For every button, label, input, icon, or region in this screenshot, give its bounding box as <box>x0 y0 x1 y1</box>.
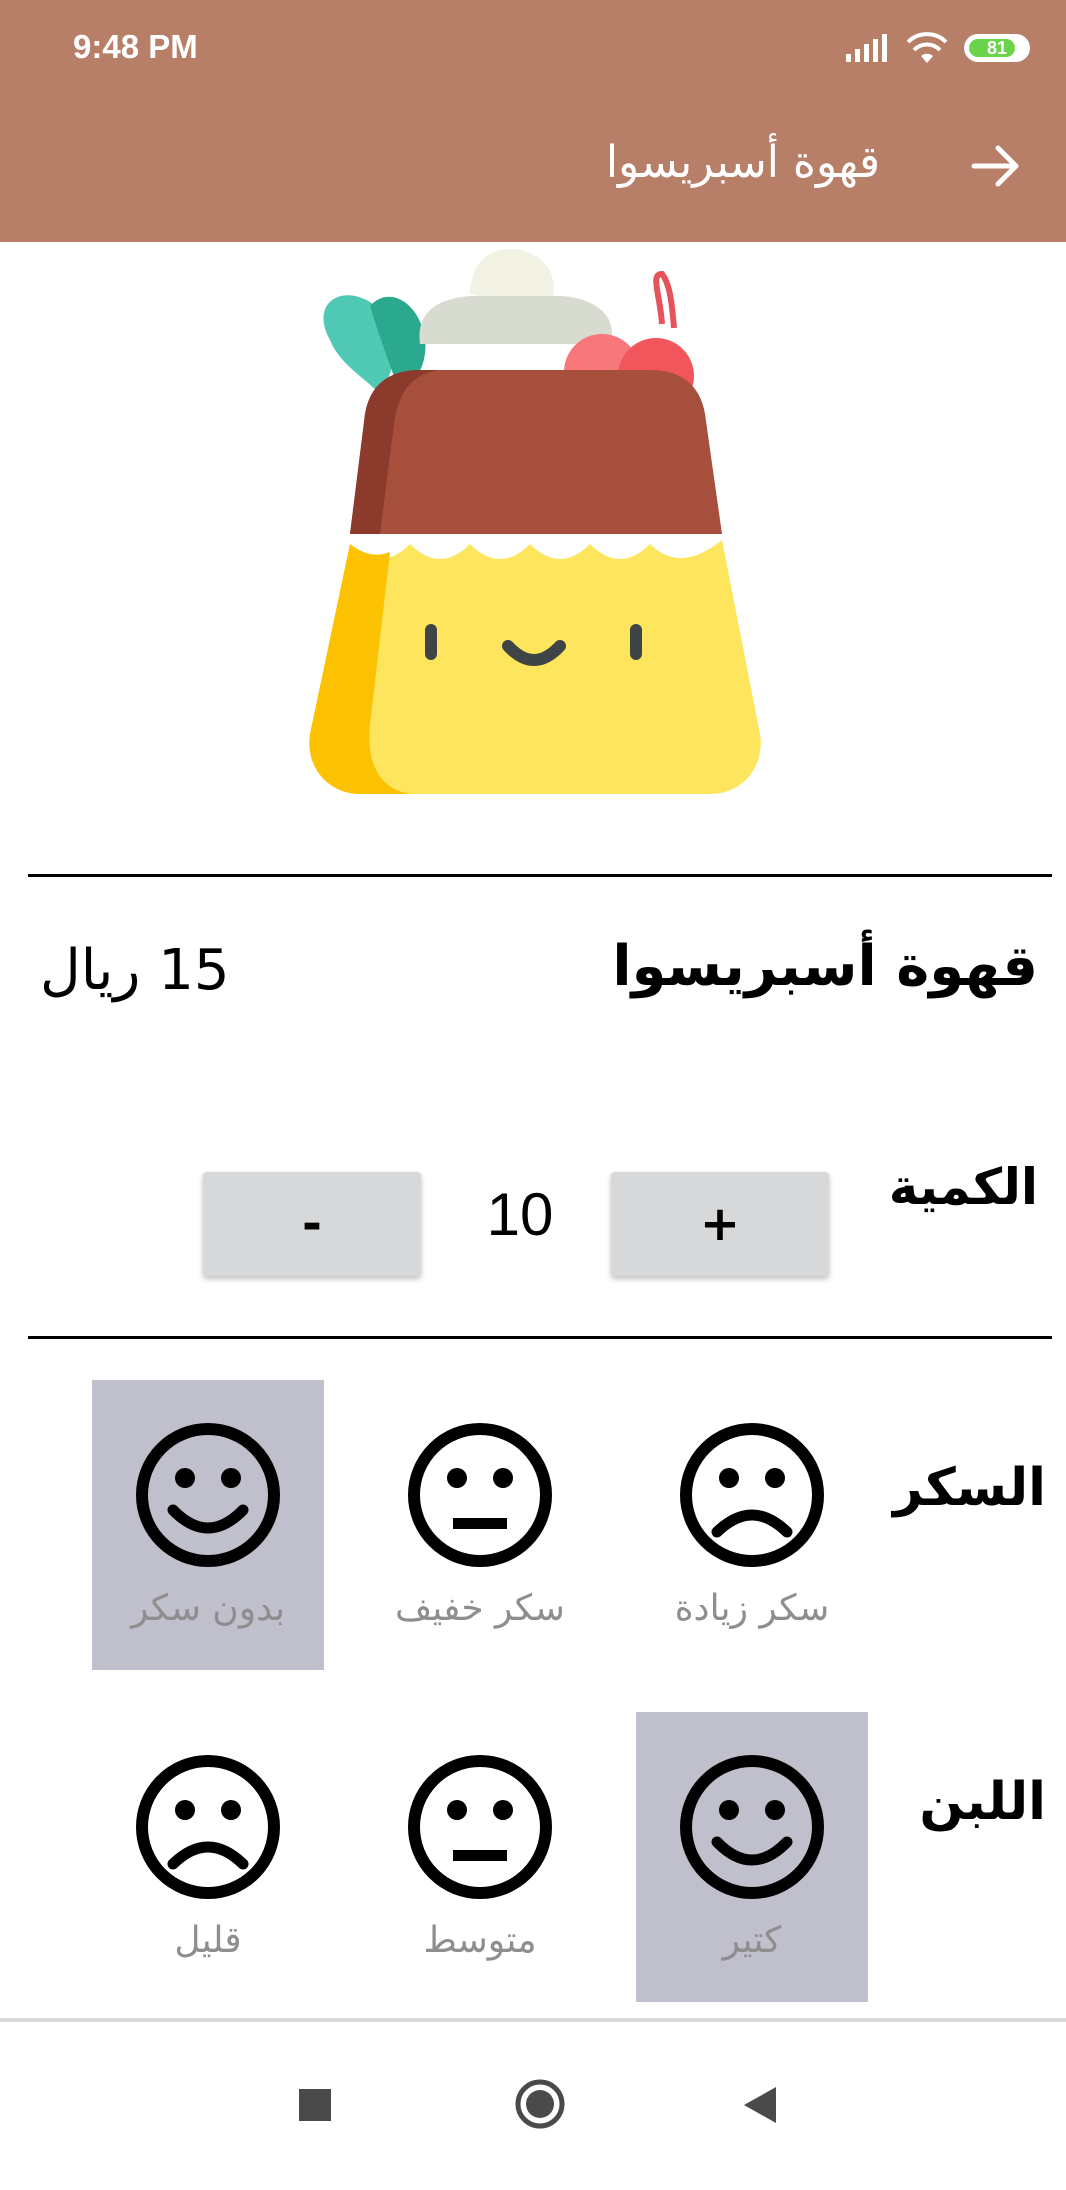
neutral-face-icon <box>408 1423 552 1567</box>
circle-icon[interactable] <box>514 2078 566 2130</box>
product-price: 15 ريال <box>40 938 230 1003</box>
status-icons: 81 <box>844 28 1030 68</box>
battery-level: 81 <box>986 37 1008 58</box>
sad-face-icon <box>680 1423 824 1567</box>
decrease-quantity-button[interactable]: - <box>203 1172 421 1276</box>
plus-label: + <box>699 1196 741 1252</box>
option-caption: سكر زيادة <box>674 1588 830 1629</box>
sugar-option-none[interactable]: بدون سكر <box>92 1380 324 1670</box>
triangle-back-icon[interactable] <box>740 2084 780 2126</box>
milk-label: اللبن <box>919 1772 1046 1832</box>
app-bar: 9:48 PM 81 قهوة أسبريسوا <box>0 0 1066 242</box>
option-caption: كتير <box>722 1920 782 1961</box>
divider-top <box>28 874 1052 877</box>
square-icon[interactable] <box>296 2086 336 2126</box>
product-name: قهوة أسبريسوا <box>612 934 1038 999</box>
option-caption: سكر خفيف <box>395 1588 565 1629</box>
milk-option-much[interactable]: كتير <box>636 1712 868 2002</box>
quantity-value: 10 <box>486 1181 554 1248</box>
signal-icon <box>846 34 887 62</box>
divider-middle <box>28 1336 1052 1339</box>
sugar-label: السكر <box>893 1458 1046 1518</box>
neutral-face-icon <box>408 1755 552 1899</box>
increase-quantity-button[interactable]: + <box>611 1172 829 1276</box>
smile-face-icon <box>136 1423 280 1567</box>
system-nav-bar <box>0 2018 1066 2190</box>
sad-face-icon <box>136 1755 280 1899</box>
flan-pudding-icon <box>309 248 761 794</box>
arrow-right-icon[interactable] <box>966 136 1026 196</box>
wifi-icon <box>906 32 948 63</box>
milk-option-little[interactable]: قليل <box>92 1712 324 2002</box>
quantity-label: الكمية <box>888 1158 1038 1216</box>
milk-option-medium[interactable]: متوسط <box>364 1712 596 2002</box>
smile-face-icon <box>680 1755 824 1899</box>
sugar-option-extra[interactable]: سكر زيادة <box>636 1380 868 1670</box>
sugar-option-light[interactable]: سكر خفيف <box>364 1380 596 1670</box>
option-caption: قليل <box>174 1920 242 1961</box>
option-caption: بدون سكر <box>130 1588 286 1629</box>
option-caption: متوسط <box>423 1920 537 1961</box>
battery-icon: 81 <box>964 34 1030 62</box>
status-time: 9:48 PM <box>73 28 198 65</box>
minus-label: - <box>302 1196 322 1252</box>
toolbar-title: قهوة أسبريسوا <box>605 137 880 188</box>
